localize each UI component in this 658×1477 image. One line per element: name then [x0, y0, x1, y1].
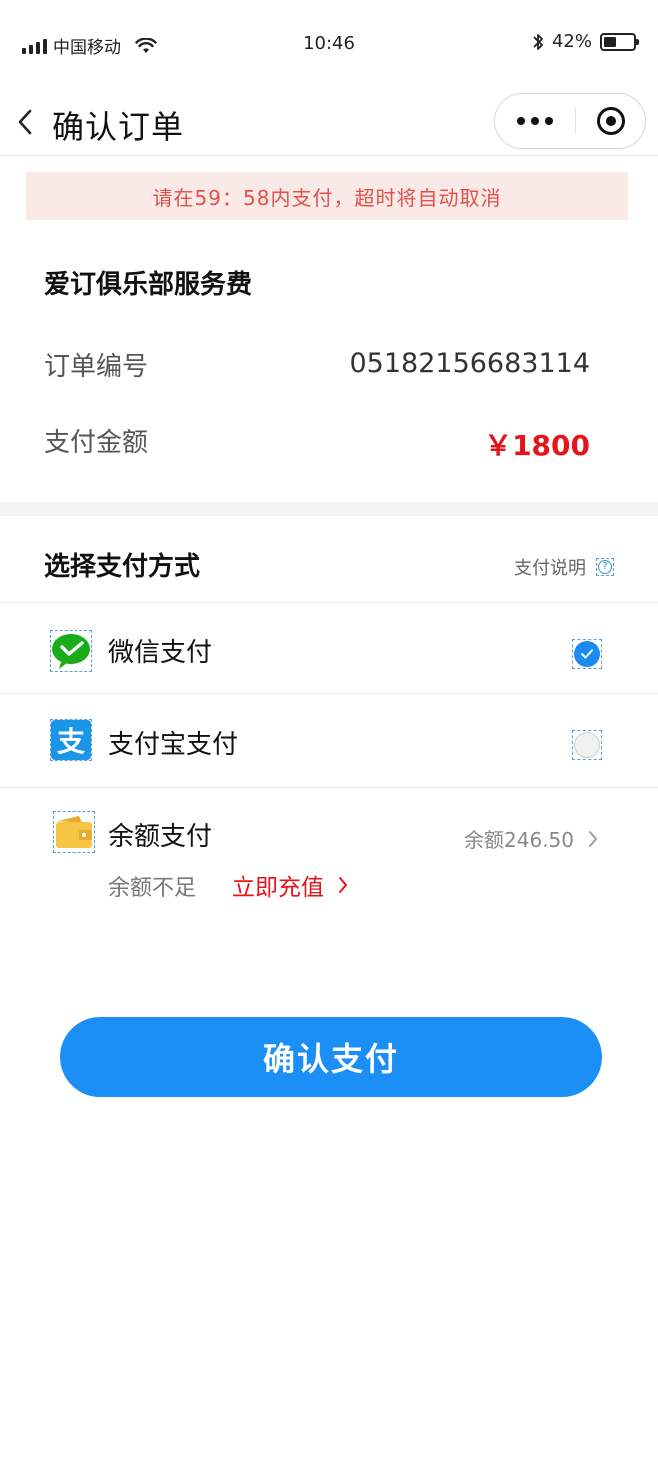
section-divider: [0, 502, 658, 516]
bluetooth-icon: [533, 33, 543, 50]
target-icon: [596, 107, 625, 135]
balance-amount: 余额246.50: [464, 828, 574, 852]
amount-value: ￥1800: [484, 429, 590, 462]
more-dot-icon: [545, 117, 553, 125]
battery-percent: 42%: [551, 31, 592, 52]
order-number-value: 05182156683114: [349, 348, 591, 379]
chevron-left-icon: [18, 109, 32, 135]
question-icon: ?: [596, 558, 614, 576]
back-button[interactable]: [10, 104, 40, 140]
alipay-icon: 支: [50, 719, 92, 761]
confirm-order-page: 中国移动 10:46 42% 确认订单 请在59：58内支付，超时将自动取消 爱…: [0, 0, 658, 1477]
divider: [0, 693, 658, 694]
more-button[interactable]: [495, 94, 575, 148]
alipay-radio[interactable]: [572, 730, 602, 760]
alipay-label: 支付宝支付: [108, 730, 239, 760]
nav-bar: 确认订单: [0, 90, 658, 156]
wechat-pay-icon: [50, 630, 92, 672]
balance-insufficient-text: 余额不足: [108, 876, 197, 901]
page-title: 确认订单: [52, 108, 185, 146]
status-right: 42%: [532, 31, 639, 52]
battery-icon: [600, 32, 639, 51]
mini-program-capsule: [494, 93, 646, 149]
status-bar: 中国移动 10:46 42%: [0, 0, 658, 90]
wechat-pay-radio[interactable]: [572, 639, 602, 669]
close-mini-program-button[interactable]: [576, 94, 645, 148]
order-title: 爱订俱乐部服务费: [44, 270, 253, 300]
recharge-link[interactable]: 立即充值: [232, 868, 348, 902]
payment-help-link[interactable]: 支付说明 ?: [514, 554, 614, 580]
balance-pay-label: 余额支付: [108, 822, 213, 852]
more-dot-icon: [517, 117, 525, 125]
amount-label: 支付金额: [44, 428, 149, 458]
svg-text:支: 支: [57, 725, 85, 758]
divider: [0, 602, 658, 603]
payment-help-label: 支付说明: [514, 558, 586, 579]
wechat-pay-label: 微信支付: [108, 638, 213, 668]
order-number-label: 订单编号: [44, 352, 149, 382]
balance-info: 余额246.50: [464, 824, 598, 853]
payment-method-header: 选择支付方式: [44, 552, 201, 582]
divider: [0, 787, 658, 788]
wallet-icon: [53, 811, 95, 853]
checkmark-icon: [581, 649, 593, 659]
chevron-right-icon: [339, 877, 347, 893]
recharge-label: 立即充值: [232, 875, 324, 901]
payment-countdown-notice: 请在59：58内支付，超时将自动取消: [26, 172, 628, 220]
chevron-right-icon: [589, 830, 597, 847]
more-dot-icon: [531, 117, 539, 125]
confirm-payment-button[interactable]: 确认支付: [60, 1017, 602, 1097]
